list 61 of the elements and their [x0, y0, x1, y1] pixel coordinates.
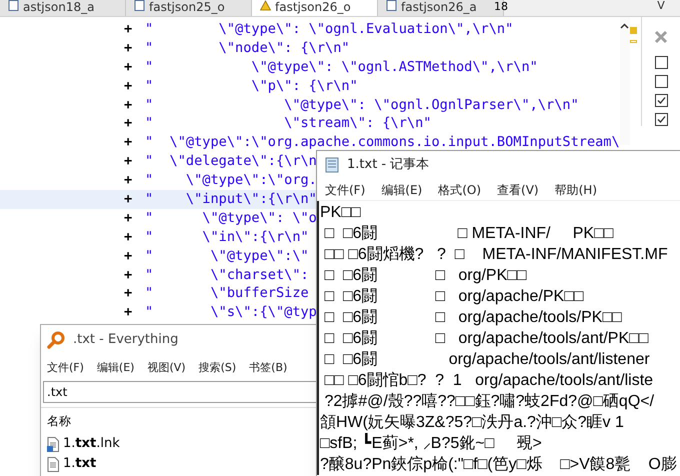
checkbox[interactable] [654, 74, 668, 88]
menu-item[interactable]: 查看(V) [497, 180, 539, 198]
menu-item[interactable]: 帮助(H) [554, 180, 597, 198]
diff-marker: + [124, 171, 134, 190]
text-line: □ □6闘 □ org/apache/tools/ant/PK□□ [323, 329, 648, 349]
diff-marker: + [124, 58, 134, 77]
text-line: □ □6闘 □ org/apache/PK□□ [323, 287, 584, 307]
file-icon [47, 456, 59, 472]
diff-marker: + [124, 190, 134, 209]
chevron-up-icon [620, 23, 630, 29]
checkbox[interactable] [654, 94, 668, 106]
menu-item[interactable]: 书签(B) [249, 360, 288, 376]
text-line: 頷HW(妧矢曝3Z&?5?□泆丹a.?沖□众?睚v 1 [320, 412, 624, 433]
text-line: □□ □6闘悺b□? ? 1 org/apache/tools/ant/liste [323, 370, 654, 391]
menu-item[interactable]: 搜索(S) [198, 360, 236, 376]
window-title: 1.txt - 记事本 [347, 156, 430, 174]
text-line: □ □6闘 □ META-INF/ PK□□ [323, 224, 614, 244]
menu-item[interactable]: 编辑(E) [381, 180, 422, 198]
text-line: ?2摢#@/殼??嘻??□□鈺?嘯?蚑2Fd?@□硒qQ</ [323, 392, 654, 412]
text-line: PK□□ [320, 203, 361, 223]
notepad-icon [325, 157, 339, 173]
text-line: □□ □6闘熖機? ? □ META-INF/MANIFEST.MF [323, 245, 668, 265]
window-title: .txt - Everything [73, 331, 178, 350]
check-icon [656, 94, 666, 106]
diff-marker: + [124, 96, 134, 114]
result-row[interactable]: 1.txt.lnk [47, 434, 313, 454]
diff-marker: + [124, 228, 134, 247]
checkbox[interactable] [654, 112, 668, 126]
checkbox[interactable] [654, 56, 668, 68]
diff-marker: + [124, 152, 134, 172]
search-field[interactable]: .txt [43, 381, 317, 403]
editor-tab[interactable]: fastjson25_o [126, 0, 252, 16]
diff-marker: + [124, 38, 134, 58]
diff-marker: + [124, 208, 134, 228]
menu-item[interactable]: 文件(F) [325, 180, 366, 198]
editor-tab[interactable]: fastjson26_o [252, 0, 378, 16]
text-line: □ □6闘 □ org/PK□□ [323, 266, 527, 286]
magnifier-icon [47, 331, 65, 349]
menu-item[interactable]: 视图(V) [147, 360, 186, 376]
menu-item[interactable]: 编辑(E) [96, 360, 134, 376]
diff-marker: + [124, 246, 134, 266]
result-row[interactable]: 1.txt [47, 454, 313, 474]
editor-tab[interactable]: astjson18_a [0, 0, 126, 16]
menu-item[interactable]: 文件(F) [47, 360, 84, 376]
diff-marker: + [124, 20, 134, 39]
check-icon [656, 114, 666, 124]
diff-marker: + [124, 303, 134, 322]
column-header[interactable]: 名称 [47, 412, 313, 434]
diff-marker: + [124, 266, 134, 284]
diff-marker: + [124, 76, 134, 96]
text-line: □ □6闘 □ org/apache/tools/PK□□ [323, 308, 622, 328]
text-line: □sfB; ┗E蓟>*, ⸝B?5鈋~□ 覡> [320, 433, 542, 454]
diff-marker: + [124, 114, 134, 134]
close-icon[interactable] [654, 30, 668, 44]
diff-marker: + [124, 133, 134, 152]
text-line: □ □6闘 org/apache/tools/ant/listener [323, 350, 650, 370]
scrollbar[interactable] [620, 17, 630, 145]
menu-item[interactable]: 格式(O) [438, 180, 482, 198]
shortcut-file-icon [47, 436, 59, 452]
text-line: ?醸8u?Pn鋏倧p椧(:"□f□(笆y□烁 □>V饃8甏 O膨 [320, 454, 677, 475]
diff-marker: + [124, 284, 134, 304]
